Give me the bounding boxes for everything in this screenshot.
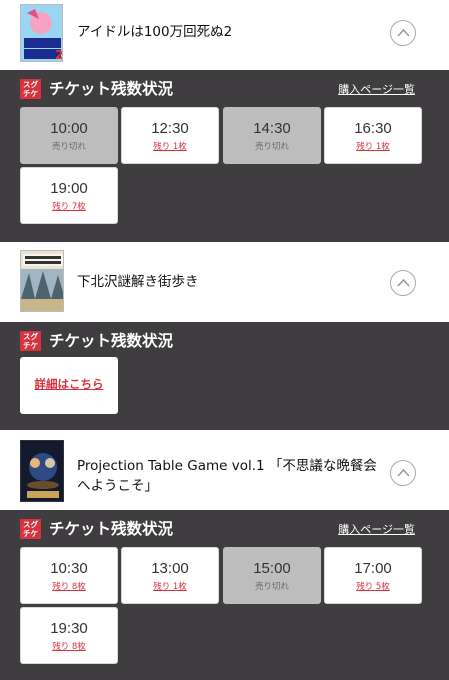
collapse-toggle-button[interactable] <box>390 20 416 46</box>
chevron-up-icon <box>397 28 410 37</box>
ticket-status-heading: チケット残数状況 <box>49 80 174 98</box>
sugutike-logo: スグ チケ <box>20 519 41 539</box>
time-slot[interactable]: 12:30 残り 1枚 <box>121 107 219 164</box>
slot-time: 14:30 <box>253 120 291 137</box>
slot-time: 16:30 <box>354 120 392 137</box>
event-title[interactable]: Projection Table Game vol.1 「不思議な晩餐会 へよう… <box>77 456 377 496</box>
event-header: 下北沢謎解き街歩き <box>0 242 449 322</box>
time-slot[interactable]: 19:00 残り 7枚 <box>20 167 118 224</box>
slot-remaining-link[interactable]: 残り 1枚 <box>325 140 421 152</box>
time-slot[interactable]: 13:00 残り 1枚 <box>121 547 219 604</box>
time-slot[interactable]: 10:30 残り 8枚 <box>20 547 118 604</box>
purchase-page-list-link[interactable]: 購入ページ一覧 <box>338 81 415 97</box>
event-header: Projection Table Game vol.1 「不思議な晩餐会 へよう… <box>0 430 449 510</box>
purchase-page-list-link[interactable]: 購入ページ一覧 <box>338 521 415 537</box>
event-thumbnail <box>20 250 64 312</box>
sugutike-logo: スグ チケ <box>20 331 41 351</box>
slot-remaining-link[interactable]: 残り 8枚 <box>21 640 117 652</box>
ticket-status-heading: チケット残数状況 <box>49 332 174 350</box>
event-thumbnail: 2 <box>20 4 63 62</box>
event-title[interactable]: 下北沢謎解き街歩き <box>77 272 199 292</box>
time-slot: 14:30 売り切れ <box>223 107 321 164</box>
chevron-up-icon <box>397 278 410 287</box>
slot-remaining-link[interactable]: 残り 5枚 <box>325 580 421 592</box>
slot-remaining-link[interactable]: 残り 1枚 <box>122 580 218 592</box>
details-link[interactable]: 詳細はこちら <box>20 376 118 392</box>
details-card[interactable]: 詳細はこちら <box>20 357 118 414</box>
collapse-toggle-button[interactable] <box>390 460 416 486</box>
slot-remaining-link[interactable]: 残り 7枚 <box>21 200 117 212</box>
slot-status: 売り切れ <box>254 142 289 152</box>
slot-time: 15:00 <box>253 560 291 577</box>
slot-time: 19:30 <box>50 620 88 637</box>
slot-time: 17:00 <box>354 560 392 577</box>
time-slot: 15:00 売り切れ <box>223 547 321 604</box>
event-header: 2 アイドルは100万回死ぬ2 <box>0 0 449 70</box>
slot-time: 13:00 <box>151 560 189 577</box>
slot-remaining-link[interactable]: 残り 1枚 <box>122 140 218 152</box>
slot-time: 10:00 <box>50 120 88 137</box>
time-slot: 10:00 売り切れ <box>20 107 118 164</box>
collapse-toggle-button[interactable] <box>390 270 416 296</box>
svg-text:2: 2 <box>55 48 63 62</box>
event-thumbnail <box>20 440 64 502</box>
ticket-panel: スグ チケ チケット残数状況 詳細はこちら <box>0 322 449 430</box>
chevron-up-icon <box>397 468 410 477</box>
time-slot[interactable]: 17:00 残り 5枚 <box>324 547 422 604</box>
sugutike-logo: スグ チケ <box>20 79 41 99</box>
event-title-line: へようこそ」 <box>77 478 158 494</box>
slot-time: 10:30 <box>50 560 88 577</box>
time-slot[interactable]: 19:30 残り 8枚 <box>20 607 118 664</box>
slot-time: 19:00 <box>50 180 88 197</box>
event-title[interactable]: アイドルは100万回死ぬ2 <box>77 22 232 42</box>
event-title-line: Projection Table Game vol.1 「不思議な晩餐会 <box>77 458 377 474</box>
slot-status: 売り切れ <box>51 142 86 152</box>
slot-time: 12:30 <box>151 120 189 137</box>
ticket-panel: スグ チケ チケット残数状況 購入ページ一覧 10:00 売り切れ 12:30 残… <box>0 70 449 242</box>
slot-remaining-link[interactable]: 残り 8枚 <box>21 580 117 592</box>
ticket-panel: スグ チケ チケット残数状況 購入ページ一覧 10:30 残り 8枚 13:00 … <box>0 510 449 680</box>
time-slot[interactable]: 16:30 残り 1枚 <box>324 107 422 164</box>
slot-status: 売り切れ <box>254 582 289 592</box>
ticket-status-heading: チケット残数状況 <box>49 520 174 538</box>
